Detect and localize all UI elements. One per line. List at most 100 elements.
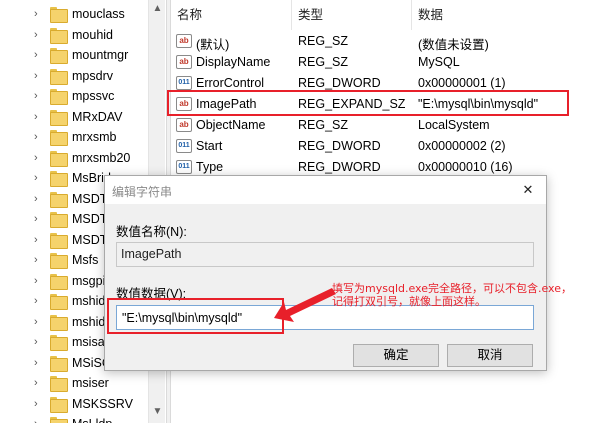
chevron-right-icon[interactable]: › [34,70,44,82]
tree-item[interactable]: › mouhid [0,25,150,46]
value-row[interactable]: ab DisplayName REG_SZ MySQL [171,52,594,73]
chevron-right-icon[interactable]: › [34,275,44,287]
folder-icon [50,68,68,85]
tree-item-label: mshid [72,314,106,329]
value-name-label: 数值名称(N): [116,225,187,239]
tree-item-label: mshid [72,294,106,308]
tree-item-label: mouhid [72,27,113,42]
folder-icon [50,109,68,126]
chevron-right-icon[interactable]: › [34,111,44,123]
value-row[interactable]: 011 Start REG_DWORD 0x00000002 (2) [171,136,594,157]
ok-button[interactable]: 确定 [353,344,439,367]
value-name: ErrorControl [196,76,265,90]
annotation-line-2: 记得打双引号，就像上面这样。 [332,295,486,308]
scroll-down-icon[interactable]: ▼ [149,405,166,419]
column-header-name[interactable]: 名称 [171,0,292,30]
tree-item-label: mountmgr [72,48,129,62]
folder-icon [50,396,68,413]
tree-item-label: mrxsmb20 [72,150,131,165]
folder-icon [50,232,68,249]
value-name: ObjectName [196,118,266,132]
value-row[interactable]: ab ImagePath REG_EXPAND_SZ "E:\mysql\bin\my… [171,94,594,115]
tree-item[interactable]: › mrxsmb20 [0,148,150,169]
tree-item-label: Msfs [72,253,99,267]
value-name: DisplayName [196,55,271,69]
value-row[interactable]: ab ObjectName REG_SZ LocalSystem [171,115,594,136]
tree-item[interactable]: › mpsdrv [0,66,150,87]
chevron-right-icon[interactable]: › [34,336,44,348]
binary-value-icon: 011 [176,160,192,174]
tree-item[interactable]: › mpssvc [0,86,150,107]
value-data: MySQL [418,55,460,69]
value-row[interactable]: ab (默认) REG_SZ (数值未设置) [171,31,594,52]
tree-item[interactable]: › MsLldp [0,414,150,423]
tree-item-label: MSKSSRV [72,396,133,411]
chevron-right-icon[interactable]: › [34,131,44,143]
tree-item-label: msisa [72,335,105,349]
folder-icon [50,314,68,331]
folder-icon [50,171,68,187]
folder-icon [50,273,68,290]
chevron-right-icon[interactable]: › [34,8,44,20]
tree-item-label: MRxDAV [72,109,123,124]
value-row[interactable]: 011 ErrorControl REG_DWORD 0x00000001 (1) [171,73,594,94]
tree-item[interactable]: › MSKSSRV [0,394,150,415]
chevron-right-icon[interactable]: › [34,357,44,369]
value-name: (默认) [196,38,230,52]
chevron-right-icon[interactable]: › [34,29,44,41]
value-data-input[interactable] [116,305,534,330]
value-data: LocalSystem [418,118,490,132]
binary-value-icon: 011 [176,139,192,153]
chevron-right-icon[interactable]: › [34,295,44,307]
value-name: Type [196,160,224,174]
tree-item[interactable]: › mountmgr [0,45,150,66]
close-icon[interactable]: ✕ [519,181,537,199]
value-type: REG_DWORD [298,160,381,174]
value-name: Start [196,139,223,153]
folder-icon [50,294,68,310]
chevron-right-icon[interactable]: › [34,377,44,389]
tree-item[interactable]: › MRxDAV [0,107,150,128]
chevron-right-icon[interactable]: › [34,234,44,246]
chevron-right-icon[interactable]: › [34,193,44,205]
column-header-data[interactable]: 数据 [412,0,594,30]
dialog-title: 编辑字符串 [112,185,173,199]
chevron-right-icon[interactable]: › [34,213,44,225]
chevron-right-icon[interactable]: › [34,172,44,184]
cancel-button[interactable]: 取消 [447,344,533,367]
folder-icon [50,48,68,64]
folder-icon [50,89,68,105]
chevron-right-icon[interactable]: › [34,316,44,328]
folder-icon [50,376,68,392]
value-data: 0x00000010 (16) [418,160,513,174]
tree-item[interactable]: › mrxsmb [0,127,150,148]
folder-icon [50,7,68,23]
edit-string-dialog: 编辑字符串 ✕ 数值名称(N): ImagePath 数值数据(V): 确定 取… [104,175,547,371]
chevron-right-icon[interactable]: › [34,152,44,164]
tree-item-label: mouclass [72,7,125,21]
tree-item-label: MsLldp [72,417,112,423]
tree-item[interactable]: › mouclass [0,4,150,25]
value-data: 0x00000001 (1) [418,76,506,90]
string-value-icon: ab [176,118,192,132]
folder-icon [50,191,68,208]
value-type: REG_SZ [298,118,349,132]
chevron-right-icon[interactable]: › [34,398,44,410]
tree-item-label: mrxsmb [72,130,117,144]
tree-item[interactable]: › msiser [0,373,150,394]
folder-icon [50,355,68,372]
value-data: 0x00000002 (2) [418,139,506,153]
dialog-titlebar[interactable]: 编辑字符串 ✕ [105,176,546,204]
string-value-icon: ab [176,97,192,111]
chevron-right-icon[interactable]: › [34,90,44,102]
value-data: "E:\mysql\bin\mysqld" [418,97,539,111]
annotation-text: 填写为mysqld.exe完全路径，可以不包含.exe， 记得打双引号，就像上面… [332,282,592,308]
chevron-right-icon[interactable]: › [34,49,44,61]
tree-item-label: mpsdrv [72,68,113,83]
chevron-right-icon[interactable]: › [34,254,44,266]
scroll-up-icon[interactable]: ▲ [149,2,166,16]
chevron-right-icon[interactable]: › [34,418,44,423]
column-header-type[interactable]: 类型 [292,0,412,30]
value-type: REG_SZ [298,55,349,69]
tree-item-label: msiser [72,376,109,390]
